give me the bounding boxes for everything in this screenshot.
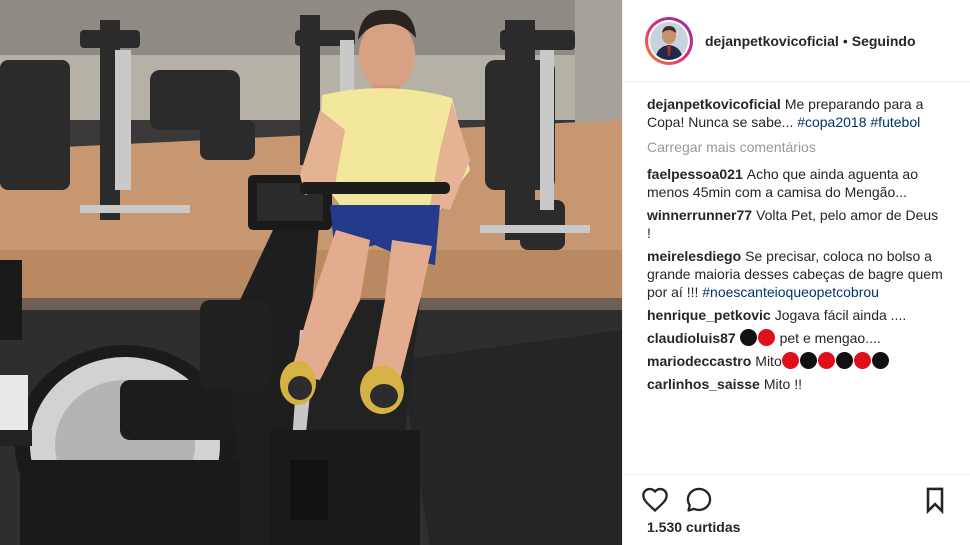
comment-username[interactable]: henrique_petkovic xyxy=(647,307,771,323)
hashtag-link[interactable]: #copa2018 xyxy=(797,114,866,130)
red-circle-emoji-icon xyxy=(853,352,871,369)
red-circle-emoji-icon xyxy=(781,352,799,369)
comment-text: Mito !! xyxy=(763,376,802,392)
comment-username[interactable]: meirelesdiego xyxy=(647,248,741,264)
post-side-panel: dejanpetkovicoficial • Seguindo dejanpetko… xyxy=(622,0,970,545)
comment-icon[interactable] xyxy=(685,486,713,514)
likes-count[interactable]: 1.530 curtidas xyxy=(647,519,740,535)
avatar-image xyxy=(650,21,688,60)
red-circle-emoji-icon xyxy=(757,329,775,346)
bookmark-icon[interactable] xyxy=(921,486,949,514)
load-more-comments-button[interactable]: Carregar mais comentários xyxy=(647,139,943,155)
comment-item: carlinhos_saisse Mito !! xyxy=(647,375,943,393)
gym-rowing-photo xyxy=(0,0,622,545)
comment-item: mariodeccastro Mito xyxy=(647,352,943,370)
post-photo[interactable] xyxy=(0,0,622,545)
comment-username[interactable]: claudioluis87 xyxy=(647,330,736,346)
post-header: dejanpetkovicoficial • Seguindo xyxy=(623,0,970,82)
black-circle-emoji-icon xyxy=(835,352,853,369)
follow-status-button[interactable]: Seguindo xyxy=(852,33,916,49)
heart-icon[interactable] xyxy=(641,486,669,514)
black-circle-emoji-icon xyxy=(799,352,817,369)
comment-item: faelpessoa021 Acho que ainda aguenta ao m… xyxy=(647,165,943,201)
post-caption: dejanpetkovicoficial Me preparando para a… xyxy=(647,95,943,131)
comment-item: henrique_petkovic Jogava fácil ainda .... xyxy=(647,306,943,324)
comment-username[interactable]: mariodeccastro xyxy=(647,353,751,369)
comment-text: Jogava fácil ainda .... xyxy=(774,307,907,323)
black-circle-emoji-icon xyxy=(871,352,889,369)
profile-photo-icon xyxy=(650,21,688,60)
header-separator: • xyxy=(842,32,848,49)
comment-item: claudioluis87 pet e mengao.... xyxy=(647,329,943,347)
red-circle-emoji-icon xyxy=(817,352,835,369)
comment-text: pet e mengao.... xyxy=(779,330,881,346)
comment-username[interactable]: winnerrunner77 xyxy=(647,207,752,223)
comment-item: winnerrunner77 Volta Pet, pelo amor de De… xyxy=(647,206,943,242)
black-circle-emoji-icon xyxy=(739,329,757,346)
header-text: dejanpetkovicoficial • Seguindo xyxy=(705,33,916,49)
hashtag-link[interactable]: #noescanteioqueopetcobrou xyxy=(702,284,879,300)
avatar[interactable] xyxy=(645,16,693,65)
comment-text: Mito xyxy=(755,353,782,369)
author-username[interactable]: dejanpetkovicoficial xyxy=(705,33,839,49)
comment-username[interactable]: carlinhos_saisse xyxy=(647,376,760,392)
comment-username[interactable]: faelpessoa021 xyxy=(647,166,743,182)
comment-item: meirelesdiego Se precisar, coloca no bols… xyxy=(647,247,943,301)
hashtag-link[interactable]: #futebol xyxy=(870,114,920,130)
comments-list: dejanpetkovicoficial Me preparando para a… xyxy=(623,95,970,473)
instagram-post: dejanpetkovicoficial • Seguindo dejanpetko… xyxy=(0,0,970,545)
caption-username[interactable]: dejanpetkovicoficial xyxy=(647,96,781,112)
